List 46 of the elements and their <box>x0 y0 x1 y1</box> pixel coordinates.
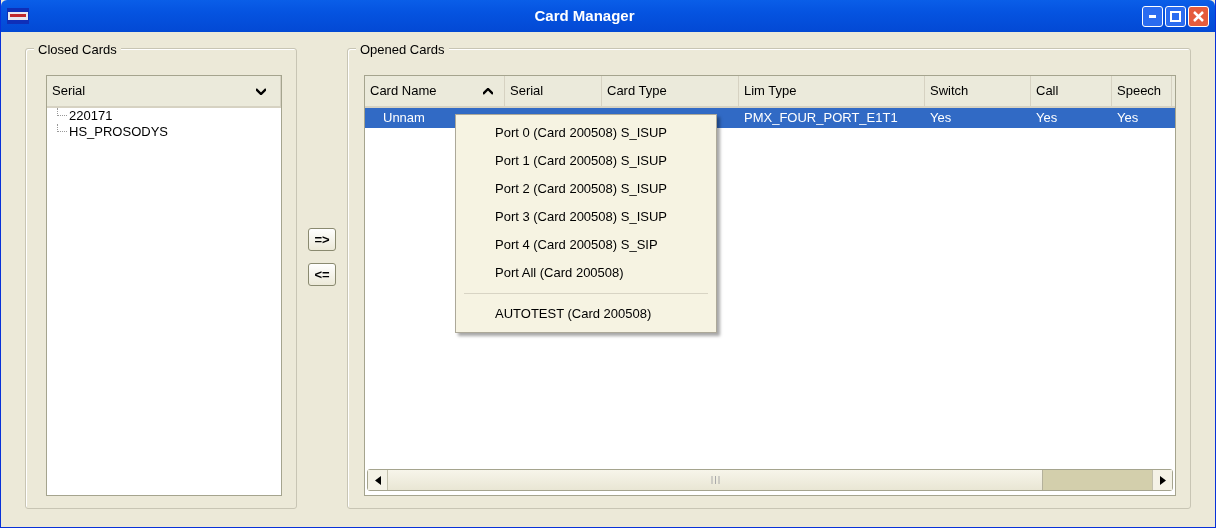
window-title: Card Manager <box>533 5 636 26</box>
app-logo-icon <box>7 8 29 24</box>
column-header[interactable]: Card Type <box>602 76 739 106</box>
table-cell: PMX_FOUR_PORT_E1T1 <box>744 110 898 126</box>
header-label: Serial <box>510 82 544 101</box>
header-label: Speech <box>1117 82 1162 101</box>
minimize-button[interactable] <box>1142 5 1163 27</box>
column-header[interactable]: Speech <box>1112 76 1172 106</box>
close-button[interactable] <box>1188 5 1209 27</box>
maximize-button[interactable] <box>1165 5 1186 27</box>
scroll-right-button[interactable] <box>1152 470 1172 490</box>
menu-item[interactable]: AUTOTEST (Card 200508) <box>458 300 714 328</box>
grip-icon <box>710 476 720 484</box>
move-left-button[interactable]: <= <box>308 263 336 286</box>
column-header[interactable]: Switch <box>925 76 1031 106</box>
close-icon <box>1193 10 1204 22</box>
scroll-left-button[interactable] <box>368 470 388 490</box>
scroll-right-icon <box>1159 475 1166 485</box>
minimize-icon <box>1149 14 1156 18</box>
menu-item[interactable]: Port 4 (Card 200508) S_SIP <box>458 231 714 259</box>
menu-item[interactable]: Port All (Card 200508) <box>458 259 714 287</box>
column-header[interactable]: Call <box>1031 76 1112 106</box>
column-header[interactable]: Card Name <box>365 76 505 106</box>
header-label: Lim Type <box>744 82 797 101</box>
tree-line <box>57 124 67 132</box>
horizontal-scrollbar[interactable] <box>367 469 1173 491</box>
menu-item[interactable]: Port 3 (Card 200508) S_ISUP <box>458 203 714 231</box>
scroll-thumb[interactable] <box>388 470 1043 490</box>
column-header[interactable]: Lim Type <box>739 76 925 106</box>
tree-line <box>57 108 67 116</box>
maximize-icon <box>1170 10 1181 22</box>
table-cell: Yes <box>930 110 952 126</box>
menu-item[interactable]: Port 1 (Card 200508) S_ISUP <box>458 147 714 175</box>
header-label: Call <box>1036 82 1059 101</box>
column-header[interactable]: Serial <box>505 76 602 106</box>
header-label: Switch <box>930 82 969 101</box>
move-right-button[interactable]: => <box>308 228 336 251</box>
header-label: Card Type <box>607 82 667 101</box>
header-label: Card Name <box>370 82 437 101</box>
table-cell: Yes <box>1036 110 1058 126</box>
table-cell: Unnam <box>383 110 425 126</box>
column-header[interactable]: Serial <box>47 76 281 106</box>
menu-item[interactable]: Port 2 (Card 200508) S_ISUP <box>458 175 714 203</box>
header-label: Serial <box>52 82 86 101</box>
table-cell: Yes <box>1117 110 1139 126</box>
scroll-left-icon <box>374 475 381 485</box>
